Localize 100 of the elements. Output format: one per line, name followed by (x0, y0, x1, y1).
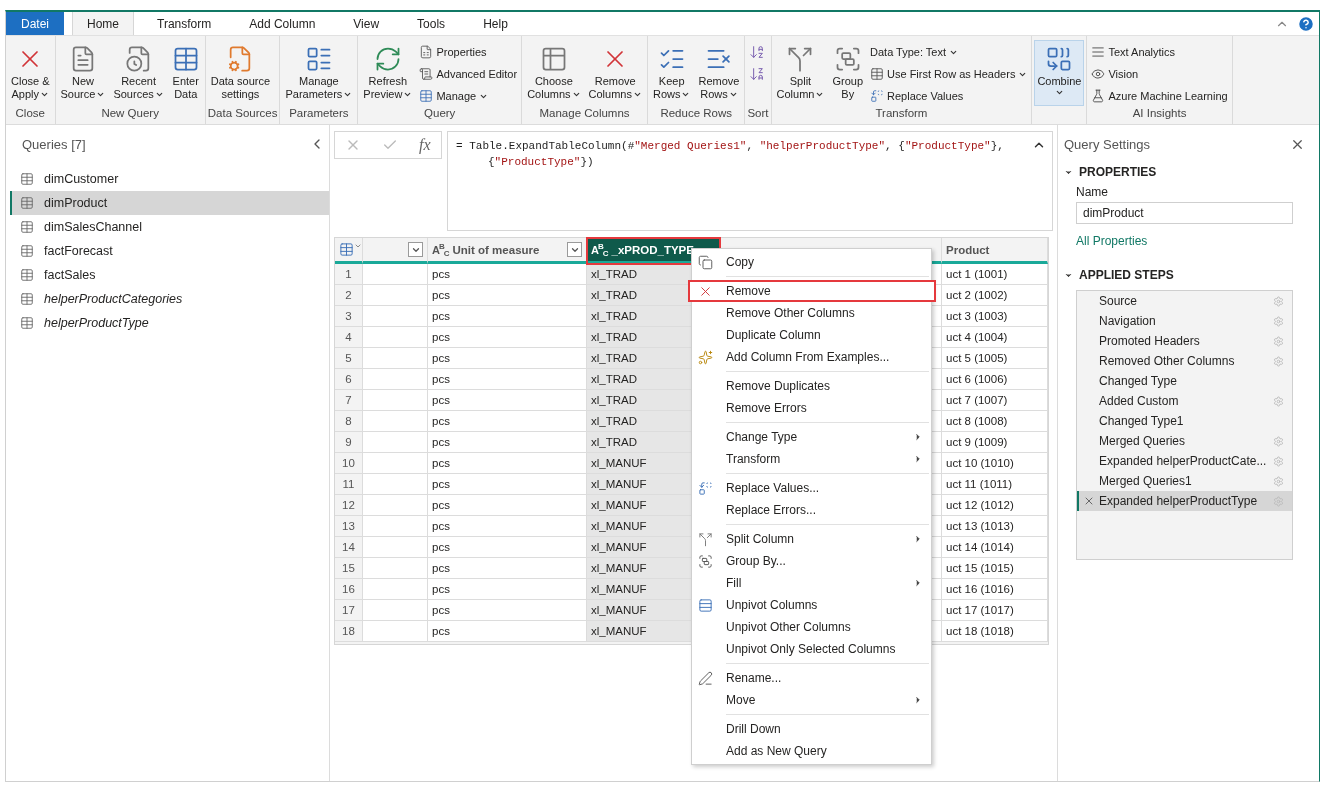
table-cell: uct 8 (1008) (942, 411, 1048, 432)
menu-item[interactable]: Remove (688, 280, 936, 302)
menu-item[interactable]: Fill (692, 572, 931, 594)
menu-item[interactable]: Remove Errors (692, 397, 931, 419)
table-cell: pcs (428, 516, 587, 537)
menu-item[interactable]: Transform (692, 448, 931, 470)
query-item[interactable]: helperProductCategories (10, 287, 329, 311)
applied-step[interactable]: Added Custom (1077, 391, 1292, 411)
help-icon[interactable] (1297, 14, 1315, 33)
query-item[interactable]: dimCustomer (10, 167, 329, 191)
menu-item[interactable]: Unpivot Other Columns (692, 616, 931, 638)
applied-step[interactable]: Navigation (1077, 311, 1292, 331)
ribbon-button[interactable]: Recent Sources (110, 40, 167, 106)
table-icon (20, 244, 34, 258)
ribbon-button[interactable]: Close & Apply (8, 40, 53, 106)
menu-item[interactable]: Move (692, 689, 931, 711)
applied-step[interactable]: Expanded helperProductCate... (1077, 451, 1292, 471)
menu-item[interactable]: Unpivot Only Selected Columns (692, 638, 931, 660)
submenu-arrow-icon (913, 432, 923, 442)
ribbon-button[interactable]: Advanced Editor (417, 64, 520, 84)
table-menu-icon[interactable] (339, 242, 362, 257)
gear-icon[interactable] (1273, 435, 1284, 447)
row-number: 4 (335, 327, 363, 348)
ribbon-group-label: Query (423, 107, 457, 121)
gear-icon[interactable] (1273, 315, 1284, 327)
all-properties-link[interactable]: All Properties (1076, 234, 1148, 248)
applied-step[interactable]: Removed Other Columns (1077, 351, 1292, 371)
ribbon-button[interactable]: Properties (417, 42, 520, 62)
applied-step[interactable]: Source (1077, 291, 1292, 311)
column-header[interactable]: A$^{B}$$_{C}$ Unit of measure (428, 238, 587, 264)
ribbon-button[interactable]: Data source settings (207, 40, 274, 106)
applied-step[interactable]: Promoted Headers (1077, 331, 1292, 351)
menu-item[interactable]: Remove Other Columns (692, 302, 931, 324)
menu-item[interactable]: Drill Down (692, 718, 931, 740)
properties-icon (419, 45, 434, 59)
applied-step[interactable]: Changed Type (1077, 371, 1292, 391)
menu-item[interactable]: Remove Duplicates (692, 375, 931, 397)
ribbon-button[interactable]: Refresh Preview (360, 40, 416, 106)
menu-item[interactable]: Copy (692, 251, 931, 273)
ribbon-tab[interactable]: Datei (6, 12, 64, 35)
row-number: 15 (335, 558, 363, 579)
ribbon-button[interactable]: Keep Rows (649, 40, 694, 106)
menu-item[interactable]: Replace Values... (692, 477, 931, 499)
ribbon-button[interactable]: Split Column (773, 40, 828, 106)
query-item[interactable]: helperProductType (10, 311, 329, 335)
filter-button[interactable] (408, 242, 423, 257)
query-item[interactable]: factForecast (10, 239, 329, 263)
menu-item[interactable]: Add as New Query (692, 740, 931, 762)
gear-icon[interactable] (1273, 475, 1284, 487)
query-item[interactable]: factSales (10, 263, 329, 287)
ribbon-button[interactable]: Manage Parameters (282, 40, 356, 106)
table-cell: uct 16 (1016) (942, 579, 1048, 600)
filter-button[interactable] (567, 242, 582, 257)
table-cell: uct 18 (1018) (942, 621, 1048, 642)
column-header[interactable]: Product (942, 238, 1048, 264)
ribbon-button[interactable]: Combine (1034, 40, 1085, 106)
menu-item[interactable]: Duplicate Column (692, 324, 931, 346)
fx-label[interactable]: fx (419, 136, 431, 154)
gear-icon[interactable] (1273, 455, 1284, 467)
applied-step[interactable]: Merged Queries (1077, 431, 1292, 451)
query-item[interactable]: dimSalesChannel (10, 215, 329, 239)
gear-icon[interactable] (1273, 335, 1284, 347)
table-cell: uct 17 (1017) (942, 600, 1048, 621)
ribbon-tab[interactable]: Home (72, 12, 135, 35)
query-item[interactable]: dimProduct (10, 191, 329, 215)
table-cell: uct 4 (1004) (942, 327, 1048, 348)
delete-icon[interactable] (1083, 495, 1095, 507)
menu-item[interactable]: Unpivot Columns (692, 594, 931, 616)
menu-item[interactable]: Rename... (692, 667, 931, 689)
ribbon-button[interactable]: New Source (57, 40, 109, 106)
ribbon-group-label: New Query (100, 107, 160, 121)
gear-icon[interactable] (1273, 295, 1284, 307)
ribbon-button[interactable]: Data Type: Text (868, 42, 1030, 62)
name-field[interactable]: dimProduct (1076, 202, 1293, 224)
ribbon-button[interactable]: Use First Row as Headers (868, 64, 1030, 84)
ribbon-button[interactable]: Manage (417, 86, 520, 106)
menu-item[interactable]: Add Column From Examples... (692, 346, 931, 368)
ribbon-button[interactable]: Azure Machine Learning (1089, 86, 1230, 106)
gear-icon[interactable] (1273, 355, 1284, 367)
ribbon-button[interactable]: Remove Rows (695, 40, 743, 106)
ribbon-button[interactable]: Replace Values (868, 86, 1030, 106)
sparkle-icon (698, 349, 713, 365)
menu-item[interactable]: Replace Errors... (692, 499, 931, 521)
applied-step[interactable]: Merged Queries1 (1077, 471, 1292, 491)
ribbon-button[interactable]: Enter Data (168, 40, 203, 106)
formula-field[interactable]: = Table.ExpandTableColumn(#"Merged Queries1", "helperProductType", {"ProductType"}, {"ProductType"}) (447, 131, 1053, 231)
applied-step[interactable]: Changed Type1 (1077, 411, 1292, 431)
ribbon-button[interactable]: Text Analytics (1089, 42, 1230, 62)
applied-step[interactable]: Expanded helperProductType (1077, 491, 1292, 511)
column-header[interactable] (363, 238, 428, 264)
table-icon (20, 196, 34, 210)
menu-item[interactable]: Change Type (692, 426, 931, 448)
menu-item[interactable]: Split Column (692, 528, 931, 550)
ribbon-button[interactable]: Group By (829, 40, 866, 106)
gear-icon[interactable] (1273, 395, 1284, 407)
menu-item[interactable]: Group By... (692, 550, 931, 572)
table-icon (20, 172, 34, 186)
ribbon-button[interactable]: Choose Columns (524, 40, 584, 106)
ribbon-button[interactable]: Remove Columns (585, 40, 645, 106)
ribbon-button[interactable]: Vision (1089, 64, 1230, 84)
